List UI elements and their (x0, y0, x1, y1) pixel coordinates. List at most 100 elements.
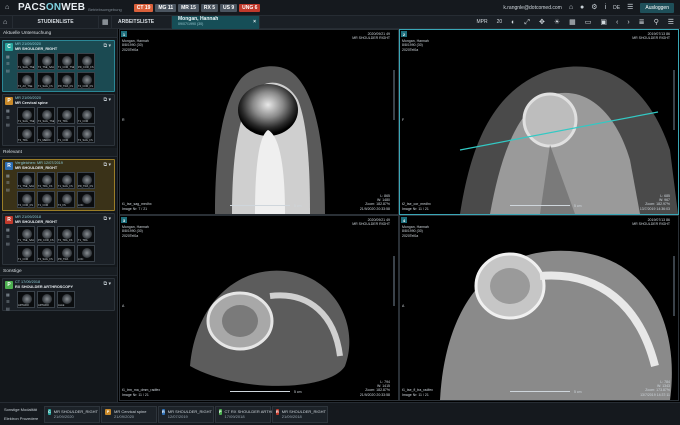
series-thumbnail[interactable]: T1_COR (57, 126, 75, 143)
study-header[interactable]: C MR 21/09/2020 MR SHOULDER_RIGHT (3, 41, 114, 52)
series-thumbnail[interactable]: PD_TRA (57, 245, 75, 262)
study-card[interactable]: P CT 17/09/2018 RX SHOULDER ARTHROSCOPY ⧉ ▾… (2, 278, 115, 311)
adjust-icon[interactable]: ◐ (511, 19, 515, 26)
series-thumbnail[interactable]: ALLE (57, 291, 75, 308)
viewport-4[interactable]: 4 Mongan, Hannah 8/8/1990 (30) 2020Tel0a 201… (399, 215, 679, 401)
series-thumbnail[interactable]: T2_FS (57, 191, 75, 208)
grid-icon[interactable]: ▦ (6, 108, 10, 113)
bottom-study-card[interactable]: P CT RX SHOULDER ARTHROSCOPY 17/09/2018 (215, 406, 292, 423)
user-email[interactable]: k.rangnle@dotcomed.com (503, 5, 561, 11)
study-header[interactable]: P MR 21/09/2020 MR Cervical spine (3, 95, 114, 106)
chevron-right-icon[interactable]: › (627, 19, 629, 26)
home-icon[interactable]: ⌂ (569, 4, 573, 11)
series-thumbnail[interactable]: T1_COR (37, 191, 55, 208)
viewport-1[interactable]: 1 Mongan, Hannah 8/8/1990 (30) 2020Tel0a 202… (119, 29, 399, 215)
series-thumbnail[interactable]: T1_SAG_TSE (17, 53, 35, 70)
study-header[interactable]: R MR 21/09/2018 MR SHOULDER_RIGHT (3, 214, 114, 225)
settings-icon[interactable]: ⚙ (591, 4, 597, 11)
series-thumbnail[interactable]: T2_TRA_FS (37, 172, 55, 189)
open-external-icon[interactable]: ⧉ ▾ (104, 281, 111, 287)
modality-badge[interactable]: MG 11 (155, 3, 177, 12)
open-external-icon[interactable]: ⧉ ▾ (104, 216, 111, 222)
series-thumbnail[interactable]: T2_TRA_FS (57, 226, 75, 243)
viewport-number[interactable]: 3 (121, 217, 127, 223)
viewport-number[interactable]: 4 (401, 217, 407, 223)
zoom-icon[interactable]: ⤢ (524, 19, 530, 26)
series-thumbnail[interactable]: PD_TRA_FS (77, 172, 95, 189)
series-thumbnail[interactable]: PD_COR_FS (37, 226, 55, 243)
other-modality-button[interactable]: Sonstige Modalität (4, 407, 37, 412)
series-thumbnail[interactable]: T1_COR_TSE (57, 53, 75, 70)
series-thumbnail[interactable]: T1_COR (17, 245, 35, 262)
open-external-icon[interactable]: ⧉ ▾ (104, 162, 111, 168)
viewport-3[interactable]: 3 Mongan, Hannah 8/8/1990 (30) 2020Tel0a 202… (119, 215, 399, 401)
bottom-study-card[interactable]: C MR SHOULDER_RIGHT 21/09/2020 (44, 406, 100, 423)
study-card[interactable]: C MR 21/09/2020 MR SHOULDER_RIGHT ⧉ ▾ ▦ ☰ ▤ T1_… (2, 40, 115, 92)
home-icon[interactable]: ⌂ (5, 4, 9, 11)
series-thumbnail[interactable]: T2_COR_FS (77, 72, 95, 89)
series-thumbnail[interactable]: T2_TSE_SAG (37, 53, 55, 70)
layout-icon[interactable]: ▦ (569, 19, 576, 26)
image-scrollbar[interactable] (673, 256, 675, 316)
chevron-left-icon[interactable]: ‹ (616, 19, 618, 26)
image-viewer[interactable]: 1 Mongan, Hannah 8/8/1990 (30) 2020Tel0a 202… (118, 29, 680, 402)
study-card[interactable]: R MR 21/09/2018 MR SHOULDER_RIGHT ⧉ ▾ ▦ ☰ ▤ T1_… (2, 213, 115, 265)
user-icon[interactable]: ● (580, 4, 584, 11)
grid-icon[interactable]: ▦ (6, 292, 10, 297)
bottom-study-card[interactable]: R MR SHOULDER_RIGHT 12/07/2019 (158, 406, 214, 423)
modality-badge[interactable]: US 9 (219, 3, 238, 12)
monitor-icon[interactable]: ▣ (600, 19, 607, 26)
list-icon[interactable]: ☰ (627, 4, 633, 11)
series-thumbnail[interactable]: LOC (77, 191, 95, 208)
series-thumbnail[interactable]: ARTHRO (37, 291, 55, 308)
grid-icon[interactable]: ▦ (6, 227, 10, 232)
modality-badge[interactable]: CT 19 (133, 3, 154, 12)
modality-badge[interactable]: RX 5 (200, 3, 218, 12)
list-icon[interactable]: ☰ (6, 299, 10, 304)
series-thumbnail[interactable]: T1_COR (77, 107, 95, 124)
study-header[interactable]: R Vergleichen: MR 12/07/2019 MR SHOULDER_R… (3, 160, 114, 171)
info-icon[interactable]: i (605, 4, 607, 11)
doc-icon[interactable]: ▤ (6, 122, 10, 127)
series-thumbnail[interactable]: ARTHRO (17, 291, 35, 308)
study-card[interactable]: P MR 21/09/2020 MR Cervical spine ⧉ ▾ ▦ ☰ ▤ T1_… (2, 94, 115, 146)
tab-arbeitsliste[interactable]: ARBEITSLISTE (112, 15, 172, 29)
image-scrollbar[interactable] (393, 70, 395, 120)
series-thumbnail[interactable]: PD_COR_FS (77, 53, 95, 70)
window-icon[interactable]: ▭ (585, 19, 592, 26)
series-thumbnail[interactable]: T2_SAG_FS (37, 245, 55, 262)
list-icon[interactable]: ☰ (6, 234, 10, 239)
share-icon[interactable]: ⚲ (654, 19, 659, 26)
bottom-study-card[interactable]: R MR SHOULDER_RIGHT 21/09/2018 (272, 406, 328, 423)
doc-icon[interactable]: ▤ (6, 306, 10, 311)
open-external-icon[interactable]: ⧉ ▾ (104, 43, 111, 49)
series-thumbnail[interactable]: T2_TRA (57, 107, 75, 124)
series-thumbnail[interactable]: T1_SAG_TSE (17, 107, 35, 124)
series-thumbnail[interactable]: T1_SAG_FS (57, 172, 75, 189)
bottom-study-card[interactable]: P MR Cervical spine 21/09/2020 (101, 406, 157, 423)
mpr-value[interactable]: 20 (497, 19, 503, 26)
grid-toggle-button[interactable]: ▦ (99, 15, 112, 29)
doc-icon[interactable]: ▤ (6, 187, 10, 192)
tab-studienliste[interactable]: STUDIENLISTE (13, 15, 99, 29)
series-thumbnail[interactable]: LOC (77, 245, 95, 262)
series-thumbnail[interactable]: T2_COR_FS (17, 191, 35, 208)
study-card[interactable]: R Vergleichen: MR 12/07/2019 MR SHOULDER_R… (2, 159, 115, 211)
series-thumbnail[interactable]: T2_TRA (17, 126, 35, 143)
tab-patient[interactable]: Mongan, Hannah 09/07/1990 (30) × (172, 15, 260, 29)
series-thumbnail[interactable]: T2_SAG_TSE (37, 107, 55, 124)
list-icon[interactable]: ☰ (6, 180, 10, 185)
close-icon[interactable]: × (253, 19, 256, 25)
mpr-label[interactable]: MPR (476, 19, 487, 26)
modality-badge[interactable]: MR 15 (178, 3, 199, 12)
language-select[interactable]: DE (613, 5, 620, 11)
image-scrollbar[interactable] (393, 256, 395, 306)
modality-badge[interactable]: UNG 6 (239, 3, 261, 12)
grid-icon[interactable]: ▦ (6, 54, 10, 59)
stack-icon[interactable]: ≣ (639, 19, 645, 26)
list-icon[interactable]: ☰ (6, 115, 10, 120)
series-thumbnail[interactable]: T1_MEDIC (37, 126, 55, 143)
image-scrollbar[interactable] (673, 70, 675, 130)
viewport-number[interactable]: 2 (401, 31, 407, 37)
series-thumbnail[interactable]: T1_TSE_SAG (17, 226, 35, 243)
